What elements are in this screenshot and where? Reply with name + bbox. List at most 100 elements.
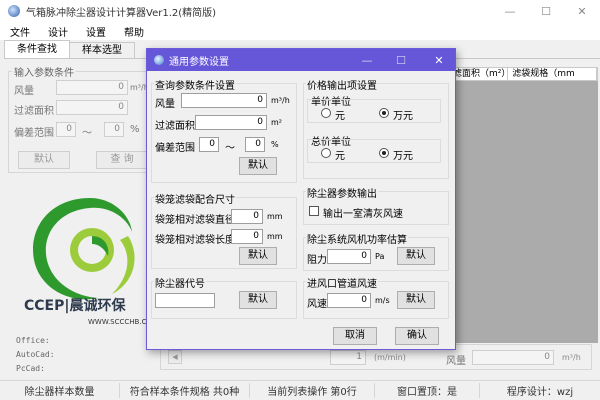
company-url: WWW.SCCCHB.CC [88, 318, 152, 326]
dlg-airflow-input[interactable]: 0 [181, 93, 267, 108]
status-current-row: 当前列表操作 第0行 [250, 383, 375, 398]
cancel-button[interactable]: 取消 [333, 327, 377, 345]
menu-help[interactable]: 帮助 [124, 24, 144, 39]
menu-settings[interactable]: 设置 [86, 24, 106, 39]
collector-code-label: 除尘器代号 [154, 275, 206, 290]
unit-price-wanyuan-label: 万元 [393, 111, 413, 122]
collector-code-default-button[interactable]: 默认 [239, 291, 277, 309]
title-bar: 气箱脉冲除尘器设计计算器Ver1.2(精简版) — ☐ ✕ [0, 0, 600, 22]
menu-file[interactable]: 文件 [10, 24, 30, 39]
status-bar: 除尘器样本数量 符合样本条件规格 共0种 当前列表操作 第0行 窗口置顶：是 程… [0, 380, 600, 400]
dialog-title: 通用参数设置 [169, 56, 229, 68]
unit-price-wanyuan-radio[interactable] [379, 108, 389, 118]
status-match-count: 符合样本条件规格 共0种 [120, 383, 250, 398]
total-price-wanyuan-radio[interactable] [379, 148, 389, 158]
cage-length-label: 袋笼相对滤袋长度 [155, 235, 235, 246]
bottom-airflow-unit: m³/h [562, 353, 581, 362]
collector-code-input[interactable] [155, 293, 215, 308]
speed-unit: m/s [375, 296, 390, 305]
scroll-left-icon[interactable]: ◀ [168, 350, 182, 364]
fan-default-button[interactable]: 默认 [397, 247, 435, 265]
cage-length-input[interactable]: 0 [231, 229, 263, 244]
menu-design[interactable]: 设计 [48, 24, 68, 39]
dialog-maximize-button[interactable]: ☐ [389, 49, 413, 71]
window-title: 气箱脉冲除尘器设计计算器Ver1.2(精简版) [26, 7, 217, 19]
unit-price-yuan-label: 元 [335, 111, 345, 122]
dialog-icon [154, 55, 164, 65]
autocad-label: AutoCad: [16, 350, 55, 359]
dialog-close-button[interactable]: ✕ [427, 49, 451, 71]
airflow-label: 风量 [14, 86, 34, 97]
range-label: 偏差范围 [14, 128, 54, 139]
dialog-minimize-button[interactable]: — [355, 49, 379, 71]
minimize-button[interactable]: — [492, 0, 528, 22]
dlg-airflow-label: 风量 [155, 99, 175, 110]
total-price-yuan-radio[interactable] [321, 148, 331, 158]
cage-length-unit: mm [267, 232, 283, 241]
area-label: 过滤面积 [14, 106, 54, 117]
dlg-airflow-unit: m³/h [271, 96, 290, 105]
query-default-button[interactable]: 默认 [239, 157, 277, 175]
query-params-label: 查询参数条件设置 [154, 77, 236, 92]
dlg-range-max-input[interactable]: 0 [245, 137, 265, 152]
bottom-airflow-label: 风量 [446, 356, 466, 367]
general-settings-dialog: 通用参数设置 — ☐ ✕ 查询参数条件设置 风量 0 m³/h 过滤面积 0 m… [146, 48, 456, 350]
cage-diameter-input[interactable]: 0 [231, 209, 263, 224]
fan-power-label: 除尘系统风机功率估算 [306, 231, 408, 246]
company-logo-text: CCEP|晨诚环保 [24, 298, 126, 314]
dlg-range-min-input[interactable]: 0 [199, 137, 219, 152]
resistance-input[interactable]: 0 [327, 249, 371, 264]
input-params-group-label: 输入参数条件 [12, 64, 76, 79]
speed-input[interactable]: 0 [327, 293, 371, 308]
one-room-speed-label: 输出一室清灰风速 [323, 209, 403, 220]
grid-col-bag-spec[interactable]: 滤袋规格（mm [508, 68, 597, 80]
cage-diameter-label: 袋笼相对滤袋直径 [155, 215, 235, 226]
result-grid-header: 滤面积（m²） 滤袋规格（mm [448, 67, 598, 81]
tab-condition-search[interactable]: 条件查找 [4, 40, 70, 58]
speed-label: 风速 [307, 299, 327, 310]
inlet-speed-label: 进风口管道风速 [306, 275, 378, 290]
range-separator: ～ [82, 128, 92, 139]
dlg-range-label: 偏差范围 [155, 143, 195, 154]
one-room-speed-checkbox[interactable] [309, 206, 319, 216]
status-sample-count: 除尘器样本数量 [0, 383, 120, 398]
result-grid-body[interactable] [448, 81, 598, 343]
bottom-airflow-input[interactable]: 0 [472, 350, 554, 365]
status-designer: 程序设计：wzj [506, 387, 574, 398]
area-input[interactable]: 0 [56, 100, 128, 115]
bottom-unit1: (m/min) [374, 353, 406, 362]
collector-output-label: 除尘器参数输出 [306, 185, 378, 200]
tab-strip: 条件查找 样本选型 [4, 40, 135, 58]
grid-col-area[interactable]: 滤面积（m²） [449, 68, 510, 80]
bag-cage-label: 袋笼滤袋配合尺寸 [154, 191, 236, 206]
company-logo [20, 190, 160, 310]
total-price-wanyuan-label: 万元 [393, 151, 413, 162]
unit-price-yuan-radio[interactable] [321, 108, 331, 118]
dlg-range-unit: % [271, 140, 279, 149]
price-output-label: 价格输出项设置 [306, 77, 378, 92]
airflow-input[interactable]: 0 [56, 80, 128, 95]
app-icon [8, 5, 20, 17]
maximize-button[interactable]: ☐ [528, 0, 564, 22]
close-button[interactable]: ✕ [564, 0, 600, 22]
resistance-label: 阻力 [307, 255, 327, 266]
dlg-area-unit: m² [271, 118, 282, 127]
left-default-button[interactable]: 默认 [18, 151, 70, 169]
ok-button[interactable]: 确认 [395, 327, 439, 345]
range-unit: % [130, 124, 140, 135]
bottom-value1-input[interactable]: 1 [330, 350, 366, 365]
dlg-area-label: 过滤面积 [155, 121, 195, 132]
dlg-area-input[interactable]: 0 [195, 115, 267, 130]
inlet-default-button[interactable]: 默认 [397, 291, 435, 309]
dlg-range-separator: ～ [225, 143, 235, 154]
range-min-input[interactable]: 0 [56, 122, 76, 137]
pccad-label: PcCad: [16, 364, 45, 373]
status-topmost: 窗口置顶：是 [375, 383, 480, 398]
menu-bar: 文件 设计 设置 帮助 [0, 22, 600, 40]
bag-cage-default-button[interactable]: 默认 [239, 247, 277, 265]
total-price-yuan-label: 元 [335, 151, 345, 162]
range-max-input[interactable]: 0 [104, 122, 124, 137]
tab-sample-selection[interactable]: 样本选型 [69, 42, 135, 58]
office-label: Office: [16, 336, 50, 345]
query-button[interactable]: 查 询 [96, 151, 148, 169]
